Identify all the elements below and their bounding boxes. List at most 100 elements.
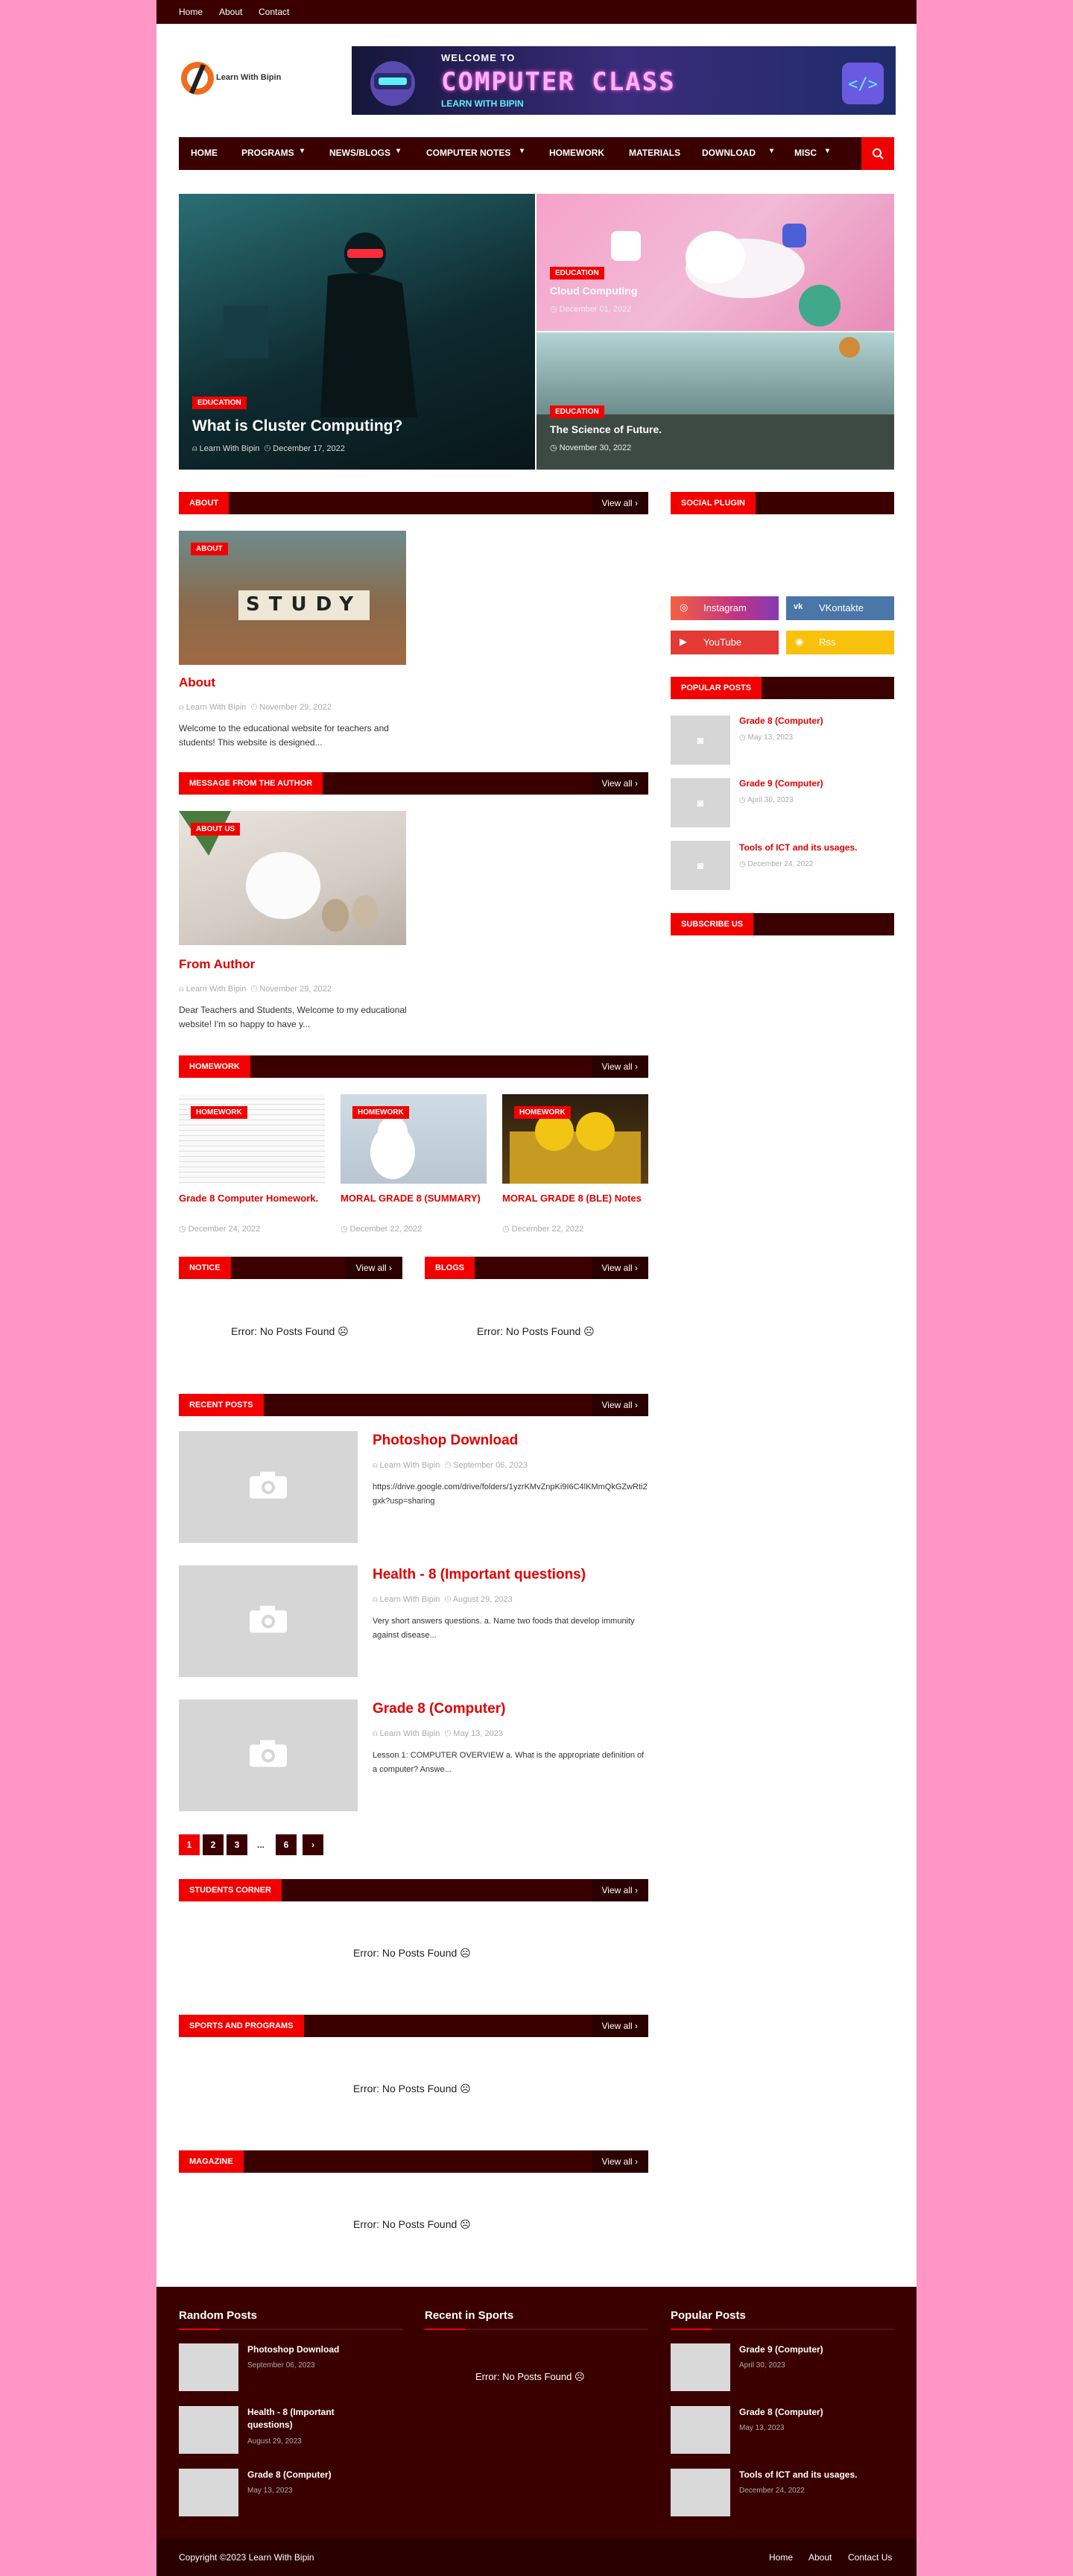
homework-title-3[interactable]: MORAL GRADE 8 (BLE) Notes [502, 1191, 644, 1205]
footer-popular-title-1[interactable]: Grade 9 (Computer) [739, 2343, 888, 2356]
footer-link-about[interactable]: About [808, 2552, 832, 2563]
next-page-button[interactable]: › [303, 1834, 323, 1855]
nav-item-materials[interactable]: MATERIALS [629, 148, 680, 158]
featured-cloud[interactable]: EDUCATION Cloud Computing ◷ December 01,… [536, 194, 894, 331]
view-all-link[interactable]: View all › [591, 1394, 648, 1416]
section-header-author: MESSAGE FROM THE AUTHOR View all › [179, 772, 648, 795]
category-badge[interactable]: HOMEWORK [352, 1106, 409, 1119]
footer-random-title-3[interactable]: Grade 8 (Computer) [247, 2469, 396, 2481]
popular-title-1[interactable]: Grade 8 (Computer) [739, 716, 823, 726]
vkontakte-button[interactable]: vk VKontakte [786, 596, 894, 620]
footer-popular-thumb-2[interactable] [671, 2406, 730, 2454]
nav-item-programs[interactable]: PROGRAMS [241, 148, 294, 158]
recent-thumb-1[interactable] [179, 1431, 358, 1543]
header-banner[interactable]: WELCOME TO COMPUTER CLASS LEARN WITH BIP… [352, 46, 896, 115]
footer-random-title-1[interactable]: Photoshop Download [247, 2343, 396, 2356]
view-all-link[interactable]: View all › [591, 2150, 648, 2173]
category-badge[interactable]: HOMEWORK [191, 1106, 247, 1119]
footer-link-home[interactable]: Home [769, 2552, 793, 2563]
footer-random-title-2[interactable]: Health - 8 (Important questions) [247, 2406, 367, 2431]
section-title: MESSAGE FROM THE AUTHOR [179, 772, 323, 795]
section-title: RECENT POSTS [179, 1394, 264, 1416]
chevron-down-icon: ▾ [826, 147, 830, 155]
topbar-link-home[interactable]: Home [179, 7, 203, 17]
clock-icon: ◷ [341, 1225, 348, 1234]
view-all-link[interactable]: View all › [345, 1257, 402, 1279]
author-thumbnail[interactable]: ABOUT US [179, 811, 406, 945]
nav-item-home[interactable]: HOME [191, 148, 218, 158]
view-all-link[interactable]: View all › [591, 2015, 648, 2037]
main-nav: HOME PROGRAMS ▾ NEWS/BLOGS ▾ COMPUTER NO… [179, 137, 894, 170]
category-badge[interactable]: EDUCATION [550, 267, 604, 280]
featured-main-title[interactable]: What is Cluster Computing? [192, 417, 402, 435]
footer-popular-title-3[interactable]: Tools of ICT and its usages. [739, 2469, 888, 2481]
category-badge[interactable]: HOMEWORK [514, 1106, 571, 1119]
youtube-button[interactable]: ▶ YouTube [671, 631, 779, 654]
clock-icon: ◷ [264, 444, 271, 453]
recent-title-3[interactable]: Grade 8 (Computer) [373, 1701, 505, 1717]
featured-science[interactable]: EDUCATION The Science of Future. ◷ Novem… [536, 332, 894, 470]
about-title[interactable]: About [179, 675, 215, 690]
about-thumbnail[interactable]: STUDY ABOUT [179, 531, 406, 665]
author-title[interactable]: From Author [179, 957, 255, 972]
category-badge[interactable]: EDUCATION [192, 397, 247, 409]
recent-thumb-2[interactable] [179, 1565, 358, 1677]
clock-icon: ◷ [179, 1225, 186, 1234]
nav-item-homework[interactable]: HOMEWORK [549, 148, 604, 158]
view-all-link[interactable]: View all › [591, 492, 648, 514]
nav-item-download[interactable]: DOWNLOAD [702, 148, 756, 158]
recent-title-1[interactable]: Photoshop Download [373, 1433, 518, 1449]
section-header-magazine: MAGAZINE View all › [179, 2150, 648, 2173]
topbar-link-contact[interactable]: Contact [259, 7, 289, 17]
topbar-link-about[interactable]: About [219, 7, 242, 17]
site-logo[interactable]: Learn With Bipin [179, 57, 291, 104]
popular-thumb-2[interactable]: ◙ [671, 778, 730, 827]
popular-title-3[interactable]: Tools of ICT and its usages. [739, 842, 857, 853]
footer-random-thumb-3[interactable] [179, 2469, 238, 2516]
featured-main-meta: ⍝ Learn With Bipin ◷ December 17, 2022 [192, 444, 345, 454]
homework-thumb-3[interactable]: HOMEWORK [502, 1094, 648, 1184]
page-3-button[interactable]: 3 [227, 1834, 247, 1855]
popular-thumb-1[interactable]: ◙ [671, 716, 730, 765]
nav-item-misc[interactable]: MISC [794, 148, 817, 158]
footer-link-contact[interactable]: Contact Us [848, 2552, 892, 2563]
nav-item-news-blogs[interactable]: NEWS/BLOGS [329, 148, 390, 158]
featured-science-title[interactable]: The Science of Future. [550, 423, 662, 435]
featured-cloud-title[interactable]: Cloud Computing [550, 285, 637, 297]
homework-title-2[interactable]: MORAL GRADE 8 (SUMMARY) [341, 1191, 482, 1205]
search-button[interactable] [861, 137, 894, 170]
view-all-link[interactable]: View all › [591, 1055, 648, 1078]
recent-title-2[interactable]: Health - 8 (Important questions) [373, 1567, 586, 1583]
post-date: May 13, 2023 [247, 2487, 293, 2495]
view-all-link[interactable]: View all › [591, 1879, 648, 1901]
category-badge[interactable]: ABOUT US [191, 823, 241, 836]
homework-thumb-1[interactable]: HOMEWORK [179, 1094, 325, 1184]
nav-item-computer-notes[interactable]: COMPUTER NOTES [426, 148, 510, 158]
featured-main[interactable]: EDUCATION What is Cluster Computing? ⍝ L… [179, 194, 535, 470]
footer-random-thumb-2[interactable] [179, 2406, 238, 2454]
homework-title-1[interactable]: Grade 8 Computer Homework. [179, 1191, 320, 1205]
divider [671, 2329, 894, 2330]
page-2-button[interactable]: 2 [203, 1834, 224, 1855]
popular-title-2[interactable]: Grade 9 (Computer) [739, 778, 823, 789]
instagram-button[interactable]: ◎ Instagram [671, 596, 779, 620]
footer-popular-thumb-1[interactable] [671, 2343, 730, 2391]
footer-popular-title-2[interactable]: Grade 8 (Computer) [739, 2406, 888, 2419]
rss-button[interactable]: ◉ Rss [786, 631, 894, 654]
code-cube-icon: </> [842, 63, 884, 104]
category-badge[interactable]: EDUCATION [550, 405, 604, 418]
page-1-button[interactable]: 1 [179, 1834, 200, 1855]
view-all-link[interactable]: View all › [591, 772, 648, 795]
view-all-link[interactable]: View all › [591, 1257, 648, 1279]
popular-thumb-3[interactable]: ◙ [671, 841, 730, 890]
footer-popular-thumb-3[interactable] [671, 2469, 730, 2516]
footer-random-thumb-1[interactable] [179, 2343, 238, 2391]
homework-thumb-2[interactable]: HOMEWORK [341, 1094, 487, 1184]
post-date: May 13, 2023 [747, 733, 794, 742]
clock-icon: ◷ [444, 1729, 452, 1738]
banner-line3: LEARN WITH BIPIN [441, 98, 524, 109]
section-header-notice: NOTICE View all › [179, 1257, 402, 1279]
category-badge[interactable]: ABOUT [191, 543, 228, 555]
recent-thumb-3[interactable] [179, 1699, 358, 1811]
page-6-button[interactable]: 6 [276, 1834, 297, 1855]
